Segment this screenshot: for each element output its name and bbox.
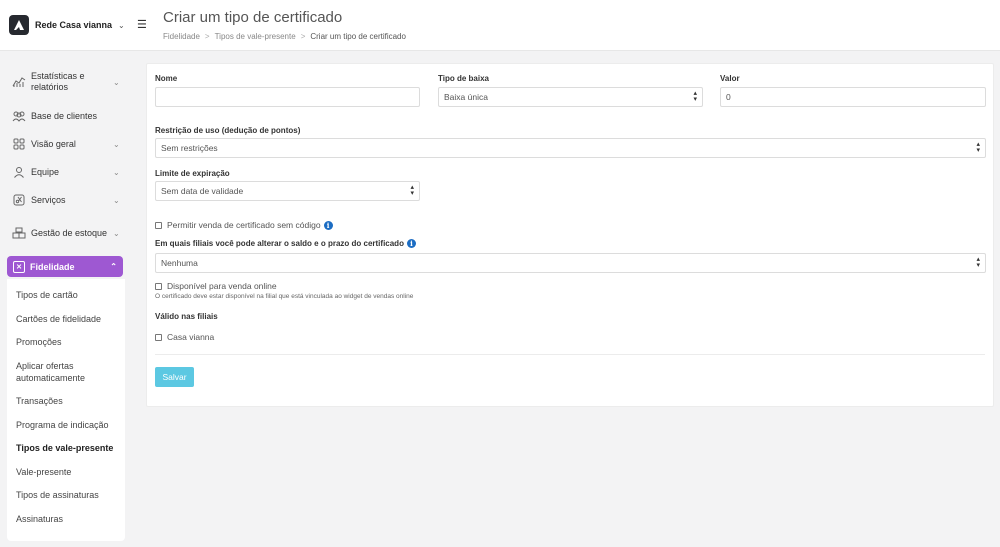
permitir-venda-checkbox-row[interactable]: Permitir venda de certificado sem código…: [155, 220, 333, 230]
boxes-icon: [12, 226, 26, 240]
brand-switcher[interactable]: Rede Casa vianna ⌄: [0, 0, 131, 51]
submenu-item-transacoes[interactable]: Transações: [16, 395, 63, 407]
breadcrumb-fidelidade[interactable]: Fidelidade: [163, 32, 200, 41]
sidebar: Rede Casa vianna ⌄ Estatísticas e relató…: [0, 0, 131, 547]
select-arrows-icon: ▴ ▾: [976, 256, 980, 269]
certificate-form: Nome Tipo de baixa Baixa única ▴ ▾ Valor …: [146, 63, 994, 407]
venda-online-checkbox-row[interactable]: Disponível para venda online: [155, 281, 277, 291]
sidebar-item-equipe[interactable]: Equipe ⌄: [6, 165, 125, 179]
tipo-baixa-select[interactable]: Baixa única ▴ ▾: [438, 87, 703, 107]
select-arrows-icon: ▴ ▾: [976, 141, 980, 154]
sidebar-item-gestao-estoque[interactable]: Gestão de estoque ⌄: [6, 220, 125, 246]
select-arrows-icon: ▴ ▾: [410, 184, 414, 197]
chevron-down-icon: ⌄: [113, 228, 120, 238]
submenu-item-promocoes[interactable]: Promoções: [16, 336, 62, 348]
submenu-item-cartoes-fidelidade[interactable]: Cartões de fidelidade: [16, 313, 101, 325]
venda-online-label: Disponível para venda online: [167, 281, 277, 291]
submenu-item-programa-indicacao[interactable]: Programa de indicação: [16, 419, 109, 431]
grid-icon: [12, 137, 26, 151]
sidebar-item-label: Estatísticas e relatórios: [31, 71, 85, 92]
chevron-down-icon: ⌄: [113, 139, 120, 149]
users-icon: [12, 109, 26, 123]
submenu-item-assinaturas[interactable]: Assinaturas: [16, 513, 63, 525]
filiais-alterar-select[interactable]: Nenhuma ▴ ▾: [155, 253, 986, 273]
sidebar-item-servicos[interactable]: Serviços ⌄: [6, 193, 125, 207]
venda-online-hint: O certificado deve estar disponível na f…: [155, 293, 414, 300]
limite-select[interactable]: Sem data de validade ▴ ▾: [155, 181, 420, 201]
sidebar-item-estatisticas[interactable]: Estatísticas e relatórios ⌄: [6, 70, 125, 94]
permitir-venda-label: Permitir venda de certificado sem código: [167, 220, 321, 230]
form-divider: [155, 354, 985, 355]
scissors-icon: [12, 193, 26, 207]
chart-icon: [12, 75, 26, 89]
save-button[interactable]: Salvar: [155, 367, 194, 387]
submenu-item-tipos-vale-presente[interactable]: Tipos de vale-presente: [16, 442, 113, 454]
tipo-baixa-label: Tipo de baixa: [438, 74, 489, 83]
casa-vianna-checkbox[interactable]: [155, 333, 162, 341]
chevron-down-icon: ⌄: [113, 195, 120, 205]
sidebar-item-label: Fidelidade: [30, 261, 75, 272]
nome-label: Nome: [155, 74, 178, 83]
restricao-select[interactable]: Sem restrições ▴ ▾: [155, 138, 986, 158]
casa-vianna-label: Casa vianna: [167, 332, 215, 342]
breadcrumb: Fidelidade > Tipos de vale-presente > Cr…: [163, 32, 406, 41]
loyalty-icon: ✕: [13, 260, 25, 273]
chevron-down-icon: ⌄: [118, 20, 125, 30]
valor-label: Valor: [720, 74, 740, 83]
valor-input[interactable]: 0: [720, 87, 986, 107]
info-icon[interactable]: i: [406, 239, 416, 248]
sidebar-item-label: Serviços: [31, 194, 66, 205]
user-icon: [12, 165, 26, 179]
breadcrumb-tipos-vale-presente[interactable]: Tipos de vale-presente: [215, 32, 296, 41]
limite-label: Limite de expiração: [155, 169, 230, 178]
select-arrows-icon: ▴ ▾: [693, 90, 697, 103]
submenu-item-tipos-cartao[interactable]: Tipos de cartão: [16, 289, 78, 301]
sidebar-item-visao-geral[interactable]: Visão geral ⌄: [6, 137, 125, 151]
brand-name: Rede Casa vianna: [35, 20, 113, 30]
page-title: Criar um tipo de certificado: [163, 9, 343, 26]
venda-online-checkbox[interactable]: [155, 282, 162, 290]
submenu-item-vale-presente[interactable]: Vale-presente: [16, 466, 71, 478]
nome-input[interactable]: [155, 87, 420, 107]
chevron-up-icon: ⌃: [110, 262, 117, 271]
breadcrumb-current: Criar um tipo de certificado: [310, 32, 406, 41]
chevron-down-icon: ⌄: [113, 77, 120, 87]
valido-filiais-label: Válido nas filiais: [155, 312, 218, 321]
brand-logo-icon: [9, 15, 29, 35]
sidebar-item-label: Gestão de estoque: [31, 227, 108, 238]
menu-toggle-icon[interactable]: ☰: [137, 18, 147, 31]
submenu-item-tipos-assinaturas[interactable]: Tipos de assinaturas: [16, 489, 99, 501]
sidebar-item-label: Visão geral: [31, 138, 76, 149]
filiais-alterar-label: Em quais filiais você pode alterar o sal…: [155, 239, 404, 248]
sidebar-item-label: Equipe: [31, 166, 60, 177]
filiais-alterar-label-row: Em quais filiais você pode alterar o sal…: [155, 239, 416, 248]
sidebar-item-fidelidade[interactable]: ✕ Fidelidade ⌃: [7, 256, 123, 277]
permitir-venda-checkbox[interactable]: [155, 221, 162, 229]
chevron-down-icon: ⌄: [113, 167, 120, 177]
submenu-item-aplicar-ofertas[interactable]: Aplicar ofertas automaticamente: [16, 360, 96, 384]
restricao-label: Restrição de uso (dedução de pontos): [155, 126, 301, 135]
casa-vianna-checkbox-row[interactable]: Casa vianna: [155, 332, 214, 342]
sidebar-item-label: Base de clientes: [31, 110, 98, 121]
page-header: ☰ Criar um tipo de certificado Fidelidad…: [131, 0, 1000, 51]
breadcrumb-separator: >: [300, 32, 306, 41]
fidelidade-submenu: Tipos de cartão Cartões de fidelidade Pr…: [7, 279, 125, 541]
sidebar-item-base-clientes[interactable]: Base de clientes: [6, 109, 125, 123]
breadcrumb-separator: >: [204, 32, 210, 41]
info-icon[interactable]: i: [323, 220, 333, 230]
